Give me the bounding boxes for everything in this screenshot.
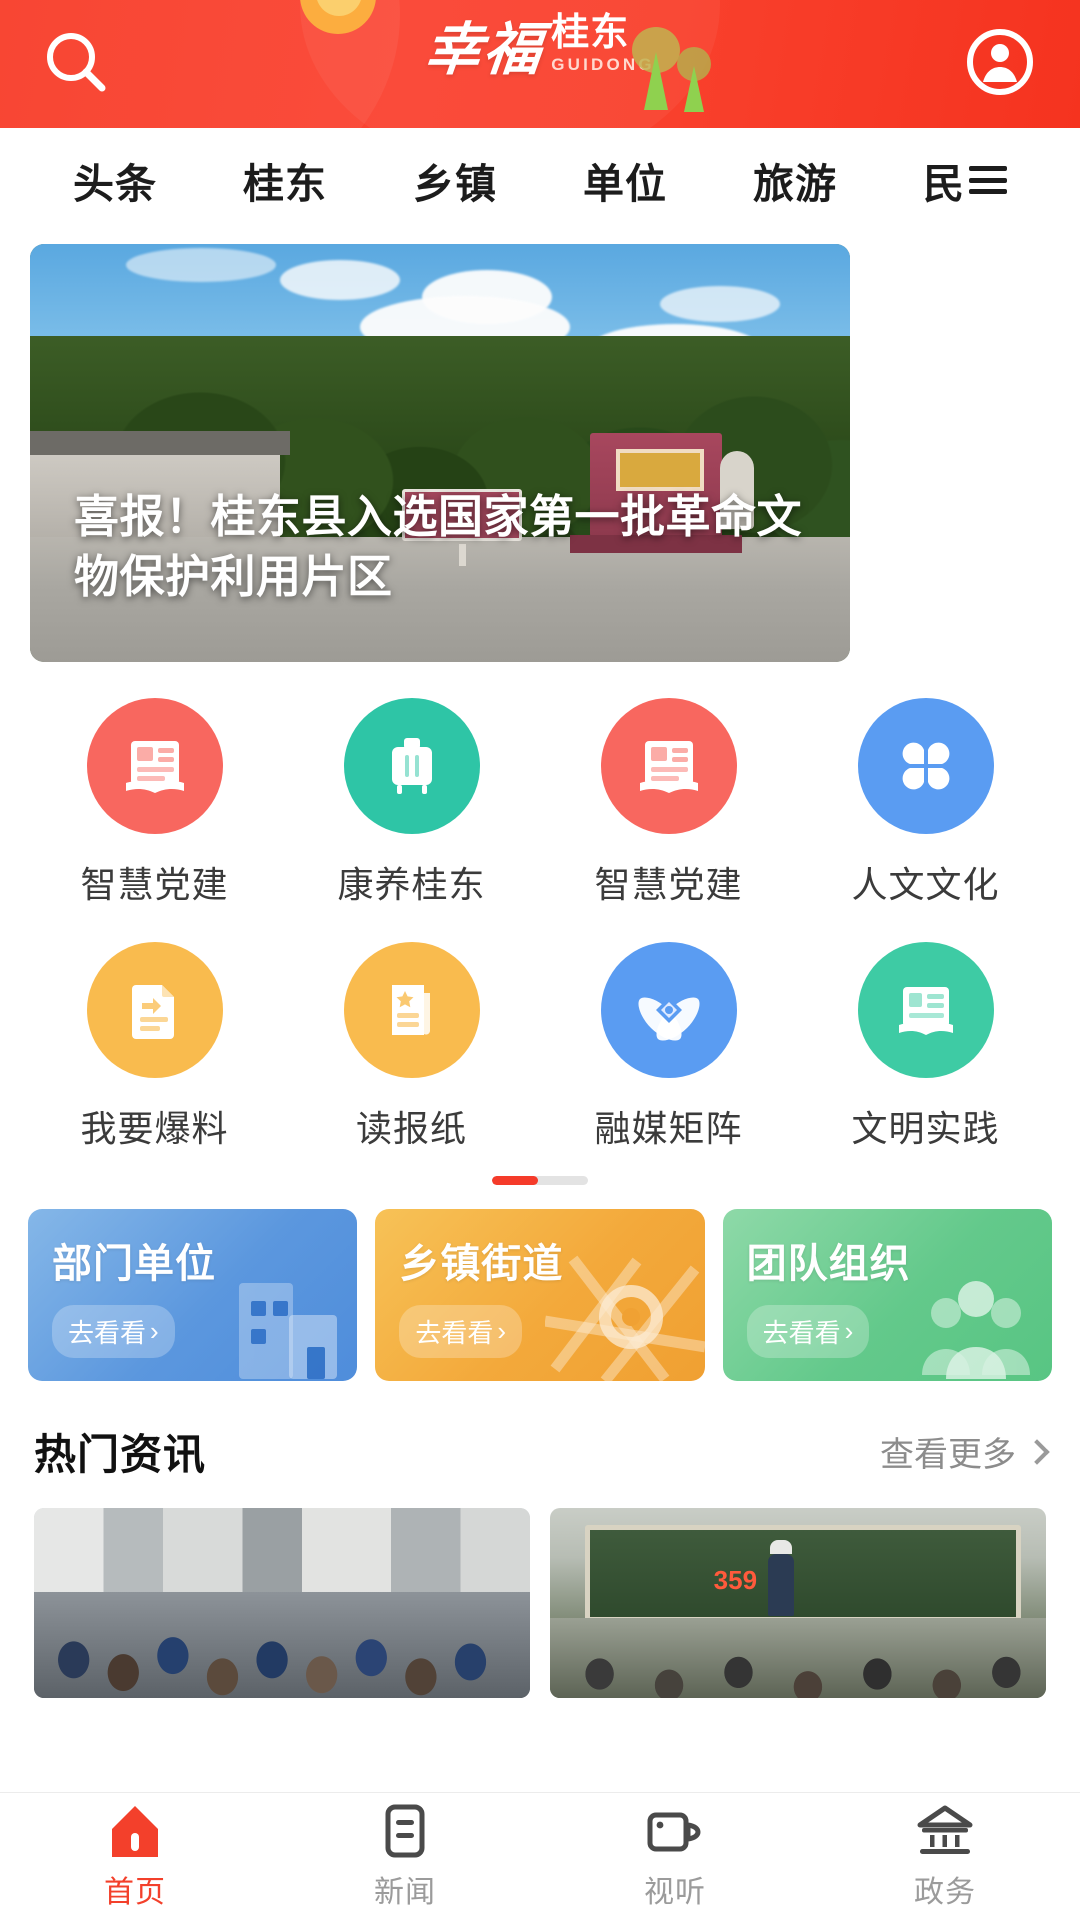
hero-headline: 喜报！桂东县入选国家第一批革命文物保护利用片区 [74, 491, 803, 602]
tab-toutiao[interactable]: 头条 [30, 150, 200, 210]
shortcut-smart-party-1[interactable]: 智慧党建 [26, 698, 283, 908]
tab-guidong[interactable]: 桂东 [200, 150, 370, 210]
cloud [126, 248, 276, 282]
shortcut-bubble [343, 942, 480, 1078]
trees-icon [632, 27, 711, 112]
search-icon [47, 33, 106, 92]
nav-label: 新闻 [374, 1875, 436, 1909]
shortcut-bubble [857, 698, 994, 834]
cloud [660, 286, 780, 322]
shortcut-section: 智慧党建 康养桂东 智慧党建 人文文化 我要爆料 读报纸 融媒矩阵 文明实践 [0, 698, 1080, 1185]
media-atom-icon [637, 997, 700, 1041]
shortcut-humanities-culture[interactable]: 人文文化 [797, 698, 1054, 908]
promo-cta-label: 去看看 [415, 1318, 494, 1348]
nav-label: 视听 [644, 1875, 706, 1909]
promo-title: 团队组织 [746, 1242, 911, 1286]
open-book-icon [898, 987, 953, 1035]
shortcut-bubble [86, 942, 223, 1078]
shortcut-label: 读报纸 [355, 1108, 467, 1149]
chevron-right-icon: › [844, 1316, 854, 1346]
section-title: 热门资讯 [34, 1431, 207, 1478]
hot-news-list: 359 [0, 1482, 1080, 1698]
party-book-icon [125, 741, 184, 793]
news-card-1[interactable] [34, 1508, 530, 1698]
pager-thumb [492, 1176, 538, 1185]
shortcut-label: 我要爆料 [80, 1108, 229, 1149]
chevron-right-icon [1024, 1438, 1050, 1465]
shortcut-read-newspaper[interactable]: 读报纸 [283, 942, 540, 1152]
nav-label: 首页 [104, 1875, 166, 1909]
cloud [280, 260, 400, 300]
search-button[interactable] [40, 26, 114, 100]
user-avatar-icon [967, 29, 1033, 95]
promo-cta-button[interactable]: 去看看 › [746, 1305, 870, 1358]
shortcut-bubble [600, 698, 737, 834]
tab-min-label: 民 [923, 161, 965, 207]
promo-title: 部门单位 [52, 1242, 216, 1286]
promo-cta-button[interactable]: 去看看 › [52, 1305, 175, 1358]
shortcut-label: 智慧党建 [80, 864, 229, 905]
shortcut-bubble [86, 698, 223, 834]
party-book-icon [639, 741, 698, 793]
government-icon [917, 1805, 973, 1854]
chevron-right-icon: › [150, 1316, 159, 1346]
shortcut-label: 康养桂东 [337, 864, 486, 905]
promo-title: 乡镇街道 [399, 1242, 564, 1286]
chevron-right-icon: › [497, 1316, 507, 1346]
hot-news-header: 热门资讯 查看更多 [0, 1381, 1080, 1482]
app-header: 幸福 桂东 GUIDONG [0, 0, 1080, 128]
shortcut-health-guidong[interactable]: 康养桂东 [283, 698, 540, 908]
shortcut-bubble [857, 942, 994, 1078]
tab-min[interactable]: 民 [880, 150, 1050, 210]
shortcut-label: 文明实践 [851, 1108, 1000, 1149]
nav-item-news[interactable]: 新闻 [270, 1803, 540, 1911]
newspaper-icon [391, 985, 430, 1035]
shortcut-label: 融媒矩阵 [594, 1108, 743, 1149]
promo-cta-label: 去看看 [68, 1318, 147, 1348]
category-tabbar[interactable]: 头条 桂东 乡镇 单位 旅游 民 [0, 128, 1080, 232]
nav-item-home[interactable]: 首页 [0, 1803, 270, 1911]
news-card-2[interactable]: 359 [550, 1508, 1046, 1698]
profile-button[interactable] [962, 24, 1038, 100]
tab-xiangzhen[interactable]: 乡镇 [370, 150, 540, 210]
promo-cta-button[interactable]: 去看看 › [399, 1305, 523, 1358]
shortcut-media-matrix[interactable]: 融媒矩阵 [540, 942, 797, 1152]
nav-item-video[interactable]: 视听 [540, 1803, 810, 1911]
nav-label: 政务 [914, 1875, 976, 1909]
home-icon [112, 1805, 158, 1857]
suitcase-icon [391, 738, 432, 794]
menu-hamburger-icon[interactable] [969, 166, 1007, 194]
promo-card-teams[interactable]: 团队组织 去看看 › [722, 1209, 1052, 1381]
shortcut-civilized-practice[interactable]: 文明实践 [797, 942, 1054, 1152]
promo-card-townships[interactable]: 乡镇街道 去看看 › [375, 1209, 705, 1381]
bottom-navigation[interactable]: 首页 新闻 视听 政务 [0, 1792, 1080, 1920]
pager-track [492, 1176, 588, 1185]
nav-item-government[interactable]: 政务 [810, 1803, 1080, 1911]
shortcut-pager[interactable] [26, 1176, 1054, 1185]
video-icon [647, 1812, 701, 1851]
shortcut-bubble [343, 698, 480, 834]
shortcut-smart-party-2[interactable]: 智慧党建 [540, 698, 797, 908]
shortcut-bubble [600, 942, 737, 1078]
lecturer-figure [768, 1539, 795, 1616]
hero-banner[interactable]: 喜报！桂东县入选国家第一批革命文物保护利用片区 [30, 244, 850, 662]
tab-lvyou[interactable]: 旅游 [710, 150, 880, 210]
view-more-label: 查看更多 [880, 1436, 1016, 1474]
shortcut-label: 人文文化 [851, 864, 1000, 905]
four-petal-icon [902, 742, 949, 790]
shortcut-grid: 智慧党建 康养桂东 智慧党建 人文文化 我要爆料 读报纸 融媒矩阵 文明实践 [26, 698, 1054, 1152]
promo-card-row: 部门单位 去看看 › 乡镇街道 去看看 › 团队组织 去看看 › [0, 1209, 1080, 1381]
promo-cta-label: 去看看 [762, 1318, 841, 1348]
news-icon [385, 1804, 425, 1857]
view-more-button[interactable]: 查看更多 [880, 1427, 1050, 1476]
shortcut-label: 智慧党建 [594, 864, 743, 905]
screen-number-label: 359 [713, 1565, 758, 1595]
shortcut-report-news[interactable]: 我要爆料 [26, 942, 283, 1152]
promo-card-departments[interactable]: 部门单位 去看看 › [28, 1209, 358, 1381]
upload-doc-icon [131, 985, 174, 1039]
tab-danwei[interactable]: 单位 [540, 150, 710, 210]
